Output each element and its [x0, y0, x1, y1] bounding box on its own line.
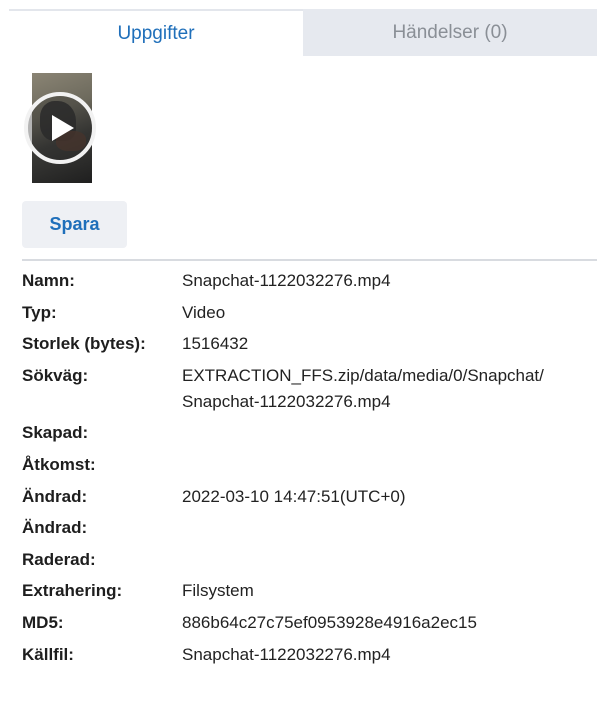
- property-key: Åtkomst:: [22, 454, 96, 474]
- property-row-type: Typ: Video: [22, 300, 597, 326]
- property-key: Sökväg:: [22, 365, 89, 385]
- save-button[interactable]: Spara: [22, 201, 127, 248]
- property-key: Namn:: [22, 271, 75, 290]
- property-value: EXTRACTION_FFS.zip/data/media/0/Snapchat…: [182, 363, 597, 415]
- property-row-source-file: Källfil: Snapchat-1122032276.mp4: [22, 642, 597, 668]
- property-row-modified-2: Ändrad:: [22, 515, 597, 541]
- property-value: [182, 515, 597, 541]
- property-key: Raderad:: [22, 549, 96, 569]
- play-icon[interactable]: [24, 92, 96, 164]
- property-row-path: Sökväg: EXTRACTION_FFS.zip/data/media/0/…: [22, 363, 597, 415]
- property-row-modified: Ändrad: 2022-03-10 14:47:51(UTC+0): [22, 484, 597, 510]
- property-key: Typ:: [22, 302, 57, 322]
- property-row-md5: MD5: 886b64c27c75ef0953928e4916a2ec15: [22, 610, 597, 636]
- property-row-size: Storlek (bytes): 1516432: [22, 331, 597, 357]
- play-triangle-icon: [51, 115, 74, 141]
- property-key: Ändrad:: [22, 518, 88, 538]
- property-value: [182, 420, 597, 446]
- tab-uppgifter[interactable]: Uppgifter: [9, 9, 303, 56]
- property-value: [182, 452, 597, 478]
- property-key: Skapad:: [22, 423, 89, 443]
- property-value: [182, 547, 597, 573]
- property-value: Video: [182, 302, 226, 322]
- property-key: MD5:: [22, 612, 64, 632]
- property-key: Storlek (bytes):: [22, 334, 146, 354]
- properties-list: Namn: Snapchat-1122032276.mp4 Typ: Video…: [22, 268, 597, 673]
- tab-bar: Uppgifter Händelser (0): [9, 9, 597, 56]
- property-key: Ändrad:: [22, 486, 88, 506]
- divider: [22, 259, 597, 261]
- property-value: Snapchat-1122032276.mp4: [182, 271, 391, 290]
- path-line-1: EXTRACTION_FFS.zip/data/media/0/Snapchat…: [182, 365, 544, 385]
- property-value: 2022-03-10 14:47:51(UTC+0): [182, 486, 406, 506]
- property-row-deleted: Raderad:: [22, 547, 597, 573]
- property-key: Extrahering:: [22, 581, 123, 601]
- property-value: Snapchat-1122032276.mp4: [182, 644, 391, 664]
- property-row-accessed: Åtkomst:: [22, 452, 597, 478]
- property-row-extraction: Extrahering: Filsystem: [22, 578, 597, 604]
- path-line-2: Snapchat-1122032276.mp4: [182, 391, 391, 411]
- property-value: 1516432: [182, 334, 249, 354]
- property-value: Filsystem: [182, 581, 254, 601]
- property-key: Källfil:: [22, 644, 74, 664]
- property-value: 886b64c27c75ef0953928e4916a2ec15: [182, 612, 477, 632]
- tab-handelser[interactable]: Händelser (0): [303, 9, 597, 56]
- property-row-name: Namn: Snapchat-1122032276.mp4: [22, 268, 597, 294]
- property-row-created: Skapad:: [22, 420, 597, 446]
